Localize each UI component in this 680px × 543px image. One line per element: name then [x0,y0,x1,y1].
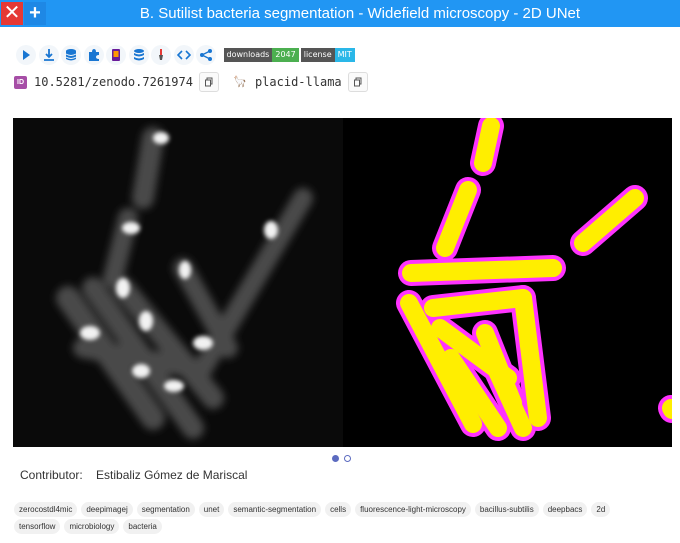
plus-icon[interactable]: + [24,2,46,25]
model-toolbar: downloads 2047 license MIT [16,44,355,66]
tag-list: zerocostdl4mic deepimagej segmentation u… [14,502,654,536]
app-icon[interactable] [106,45,126,65]
contributor-name: Estibaliz Gómez de Mariscal [96,468,248,482]
share-icon[interactable] [196,45,216,65]
tag-chip[interactable]: segmentation [136,502,195,517]
identifier-row: ID 10.5281/zenodo.7261974 🦙 placid-llama [14,72,368,92]
tag-chip[interactable]: 2d [591,502,611,517]
slide-dot[interactable] [344,455,351,462]
gallery-pagination [332,455,356,462]
window-title: B. Sutilist bacteria segmentation - Wide… [139,5,581,22]
license-badge[interactable]: license MIT [300,48,355,62]
tag-chip[interactable]: microbiology [64,519,120,534]
pipette-icon[interactable] [151,45,171,65]
tag-chip[interactable]: deepbacs [542,502,588,517]
tag-chip[interactable]: fluorescence-light-microscopy [355,502,471,517]
close-icon[interactable]: ✕ [1,2,23,25]
contributor-line: Contributor: Estibaliz Gómez de Mariscal [20,468,247,482]
nickname-text[interactable]: placid-llama [255,75,342,89]
tag-chip[interactable]: deepimagej [81,502,133,517]
copy-icon [353,77,362,87]
segmentation-mask-image [343,118,672,447]
tag-chip[interactable]: bacillus-subtilis [474,502,539,517]
tag-chip[interactable]: unet [198,502,225,517]
copy-doi-button[interactable] [198,72,219,92]
fluorescence-microscopy-image [13,118,343,447]
contributor-label: Contributor: [20,468,83,482]
badge-label: downloads [223,48,273,62]
play-icon[interactable] [16,45,36,65]
tag-chip[interactable]: cells [325,502,352,517]
image-gallery[interactable] [13,118,672,447]
badge-value: MIT [334,48,355,62]
tag-chip[interactable]: semantic-segmentation [228,502,322,517]
database-icon[interactable] [61,45,81,65]
code-icon[interactable] [173,45,194,65]
download-icon[interactable] [38,45,59,65]
copy-nickname-button[interactable] [347,72,368,92]
tag-chip[interactable]: zerocostdl4mic [14,502,78,517]
stack-icon[interactable] [128,45,149,65]
llama-icon: 🦙 [233,76,247,88]
badge-label: license [300,48,335,62]
tag-chip[interactable]: tensorflow [14,519,61,534]
puzzle-icon[interactable] [83,45,104,65]
doi-icon: ID [14,75,27,89]
window-titlebar: ✕ + B. Sutilist bacteria segmentation - … [0,0,680,27]
doi-text[interactable]: 10.5281/zenodo.7261974 [34,75,193,89]
downloads-badge[interactable]: downloads 2047 [223,48,299,62]
slide-dot-active[interactable] [332,455,339,462]
tag-chip[interactable]: bacteria [123,519,162,534]
copy-icon [204,77,213,87]
badge-value: 2047 [272,48,299,62]
